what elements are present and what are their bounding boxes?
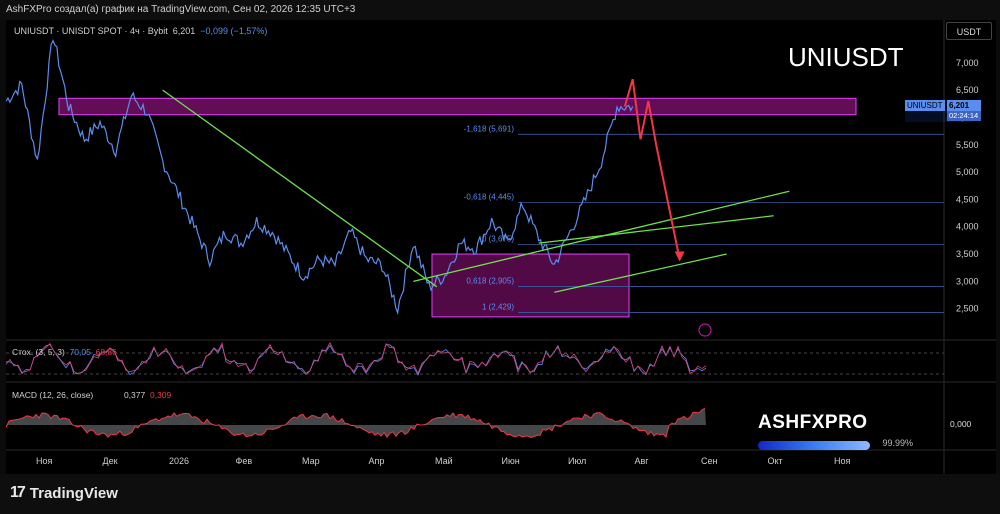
- macd-label: MACD (12, 26, close): [12, 390, 94, 400]
- footer: 17 TradingView: [0, 474, 1000, 514]
- fib-level-label: -0,618 (4,445): [464, 192, 515, 201]
- fib-level-label: -1,618 (5,691): [464, 124, 515, 133]
- currency-button[interactable]: USDT: [946, 22, 992, 40]
- y-tick-label: 3,000: [956, 276, 979, 286]
- brand-progress-bar: [758, 440, 870, 450]
- macd-signal: 0,309: [149, 390, 172, 400]
- attribution-bar: AshFXPro создал(а) график на TradingView…: [0, 0, 1000, 20]
- tradingview-mark-icon: 17: [10, 484, 26, 501]
- x-tick-label: Июл: [568, 456, 586, 466]
- overlay-title: UNIUSDT: [788, 42, 904, 72]
- y-tick-label: 7,000: [956, 58, 979, 68]
- x-tick-label: Авг: [635, 456, 650, 466]
- x-tick-label: Ноя: [834, 456, 851, 466]
- y-tick-label: 5,500: [956, 140, 979, 150]
- legend-change: −0,099 (−1,57%): [200, 26, 268, 36]
- x-tick-label: Сен: [701, 456, 718, 466]
- y-tick-label: 4,000: [956, 222, 979, 232]
- fib-level-label: 1 (2,429): [482, 303, 514, 312]
- x-tick-label: Фев: [236, 456, 253, 466]
- stoch-d: 68,86: [95, 347, 117, 357]
- x-tick-label: Май: [435, 456, 453, 466]
- x-tick-label: Мар: [302, 456, 320, 466]
- tradingview-logo[interactable]: 17 TradingView: [10, 484, 118, 502]
- brand-percent: 99.99%: [882, 437, 913, 448]
- x-tick-label: 2026: [169, 456, 189, 466]
- y-tick-label: 6,500: [956, 85, 979, 95]
- support-zone: [431, 253, 630, 318]
- x-tick-label: Окт: [768, 456, 783, 466]
- price-tag-price: 6,201: [947, 100, 981, 111]
- macd-axis-label: 0,000: [950, 419, 972, 429]
- brand-watermark: ASHFXPRO 99.99%: [758, 412, 918, 452]
- fib-level-label: 0,618 (2,905): [466, 277, 514, 286]
- price-tag: UNIUSDT 6,201 02:24:14: [905, 100, 981, 122]
- chart-background: [6, 20, 996, 474]
- attribution-text: AshFXPro создал(а) график на TradingView…: [6, 4, 356, 15]
- y-tick-label: 5,000: [956, 167, 979, 177]
- brand-name: ASHFXPRO: [758, 412, 868, 433]
- legend-symbol: UNIUSDT · UNISDT SPOT · 4ч · Bybit: [14, 26, 168, 36]
- symbol-legend: UNIUSDT · UNISDT SPOT · 4ч · Bybit 6,201…: [14, 26, 267, 36]
- stoch-legend: Стох. (3, 5, 3) 70,05 68,86: [12, 347, 117, 357]
- x-tick-label: Ноя: [36, 456, 53, 466]
- y-tick-label: 2,500: [956, 304, 979, 314]
- legend-price: 6,201: [172, 26, 196, 36]
- x-tick-label: Дек: [103, 456, 118, 466]
- y-tick-label: 4,500: [956, 194, 979, 204]
- price-tag-countdown: 02:24:14: [947, 111, 981, 121]
- price-tag-symbol: UNIUSDT: [905, 100, 945, 111]
- macd-legend: MACD (12, 26, close) 0,377 0,309: [12, 390, 171, 400]
- y-tick-label: 3,500: [956, 249, 979, 259]
- chart-area[interactable]: 7,0006,5006,0005,5005,0004,5004,0003,500…: [6, 20, 996, 474]
- stoch-label: Стох. (3, 5, 3): [12, 347, 65, 357]
- x-tick-label: Апр: [369, 456, 385, 466]
- stoch-k: 70,05: [69, 347, 91, 357]
- tradingview-logo-text: TradingView: [29, 484, 118, 502]
- price-chart[interactable]: 7,0006,5006,0005,5005,0004,5004,0003,500…: [6, 20, 996, 474]
- macd-value: 0,377: [123, 390, 146, 400]
- x-tick-label: Июн: [502, 456, 520, 466]
